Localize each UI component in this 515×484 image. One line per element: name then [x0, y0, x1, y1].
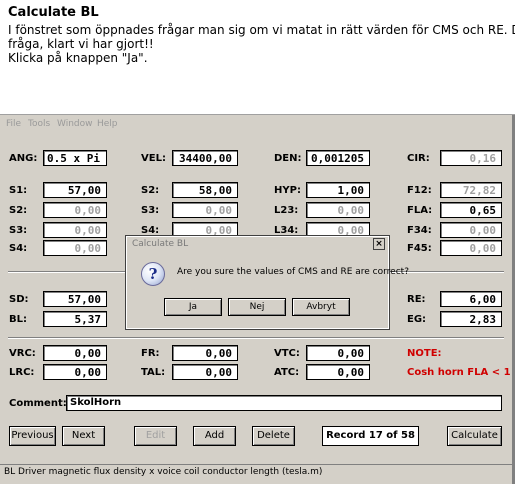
- note-text: Cosh horn FLA < 1: [407, 367, 511, 378]
- re-label: RE:: [407, 294, 426, 305]
- separator-mid: [8, 337, 504, 339]
- sd-field[interactable]: 57,00: [43, 291, 107, 307]
- app-window: File Tools Window Help ANG: 0.5 x Pi VEL…: [0, 114, 515, 484]
- f12-field: 72,82: [440, 182, 502, 198]
- vtc-label: VTC:: [274, 348, 300, 359]
- instruction-line-1: I fönstret som öppnades frågar man sig o…: [8, 23, 515, 37]
- status-bar: BL Driver magnetic flux density x voice …: [0, 464, 512, 480]
- f45-label: F45:: [407, 243, 432, 254]
- dialog-message: Are you sure the values of CMS and RE ar…: [177, 267, 409, 277]
- s4-label-b: S4:: [141, 225, 160, 236]
- fla-label: FLA:: [407, 205, 433, 216]
- s2-label-b: S2:: [141, 185, 160, 196]
- ang-label: ANG:: [9, 153, 38, 164]
- s2-field[interactable]: 0,00: [43, 202, 107, 218]
- s4-field[interactable]: 0,00: [43, 240, 107, 256]
- fr-field[interactable]: 0,00: [172, 345, 238, 361]
- vrc-field[interactable]: 0,00: [43, 345, 107, 361]
- vtc-field[interactable]: 0,00: [306, 345, 370, 361]
- menu-help[interactable]: Help: [97, 119, 118, 129]
- dialog-titlebar: Calculate BL ×: [127, 237, 388, 252]
- bl-label: BL:: [9, 314, 27, 325]
- ang-field[interactable]: 0.5 x Pi: [43, 150, 107, 166]
- f34-field[interactable]: 0,00: [440, 222, 502, 238]
- tal-field[interactable]: 0,00: [172, 364, 238, 380]
- previous-button[interactable]: Previous: [9, 426, 56, 446]
- re-field[interactable]: 6,00: [440, 291, 502, 307]
- instruction-line-2: fråga, klart vi har gjort!!: [8, 37, 154, 51]
- l34-label: L34:: [274, 225, 299, 236]
- question-icon: ?: [141, 262, 165, 286]
- calculate-button[interactable]: Calculate: [447, 426, 502, 446]
- sd-label: SD:: [9, 294, 29, 305]
- s4-label: S4:: [9, 243, 28, 254]
- vel-field[interactable]: 34400,00: [172, 150, 238, 166]
- lrc-field[interactable]: 0,00: [43, 364, 107, 380]
- cir-label: CIR:: [407, 153, 430, 164]
- f34-label: F34:: [407, 225, 432, 236]
- cancel-button[interactable]: Avbryt: [292, 298, 350, 316]
- add-button[interactable]: Add: [193, 426, 236, 446]
- fr-label: FR:: [141, 348, 160, 359]
- tal-label: TAL:: [141, 367, 166, 378]
- comment-field[interactable]: SkolHorn: [66, 395, 502, 411]
- vrc-label: VRC:: [9, 348, 36, 359]
- eg-field[interactable]: 2,83: [440, 311, 502, 327]
- instruction-panel: Calculate BL I fönstret som öppnades frå…: [0, 0, 515, 112]
- den-field[interactable]: 0,001205: [306, 150, 370, 166]
- delete-button[interactable]: Delete: [252, 426, 295, 446]
- menu-file[interactable]: File: [6, 119, 21, 129]
- confirm-dialog: Calculate BL × ? Are you sure the values…: [125, 235, 409, 330]
- menu-window[interactable]: Window: [57, 119, 93, 129]
- f12-label: F12:: [407, 185, 432, 196]
- s2-label: S2:: [9, 205, 28, 216]
- yes-button[interactable]: Ja: [164, 298, 222, 316]
- l23-label: L23:: [274, 205, 299, 216]
- edit-button[interactable]: Edit: [134, 426, 177, 446]
- s3-field[interactable]: 0,00: [43, 222, 107, 238]
- s1-field[interactable]: 57,00: [43, 182, 107, 198]
- note-label: NOTE:: [407, 348, 442, 359]
- bl-field[interactable]: 5,37: [43, 311, 107, 327]
- record-counter: Record 17 of 58: [322, 426, 419, 446]
- lrc-label: LRC:: [9, 367, 35, 378]
- instruction-title: Calculate BL: [8, 5, 99, 20]
- l23-field[interactable]: 0,00: [306, 202, 370, 218]
- hyp-field[interactable]: 1,00: [306, 182, 370, 198]
- cir-field: 0,16: [440, 150, 502, 166]
- eg-label: EG:: [407, 314, 427, 325]
- menu-tools[interactable]: Tools: [28, 119, 50, 129]
- s3-label-b: S3:: [141, 205, 160, 216]
- atc-label: ATC:: [274, 367, 300, 378]
- dialog-title: Calculate BL: [132, 239, 189, 249]
- s1-label: S1:: [9, 185, 28, 196]
- s3-field-b[interactable]: 0,00: [172, 202, 238, 218]
- no-button[interactable]: Nej: [228, 298, 286, 316]
- atc-field[interactable]: 0,00: [306, 364, 370, 380]
- comment-label: Comment:: [9, 398, 67, 409]
- next-button[interactable]: Next: [62, 426, 105, 446]
- s2-field-b[interactable]: 58,00: [172, 182, 238, 198]
- s3-label: S3:: [9, 225, 28, 236]
- close-icon[interactable]: ×: [373, 238, 385, 250]
- fla-field[interactable]: 0,65: [440, 202, 502, 218]
- instruction-line-3: Klicka på knappen "Ja".: [8, 51, 148, 65]
- hyp-label: HYP:: [274, 185, 301, 196]
- den-label: DEN:: [274, 153, 302, 164]
- menubar: File Tools Window Help: [0, 115, 515, 133]
- f45-field[interactable]: 0,00: [440, 240, 502, 256]
- vel-label: VEL:: [141, 153, 166, 164]
